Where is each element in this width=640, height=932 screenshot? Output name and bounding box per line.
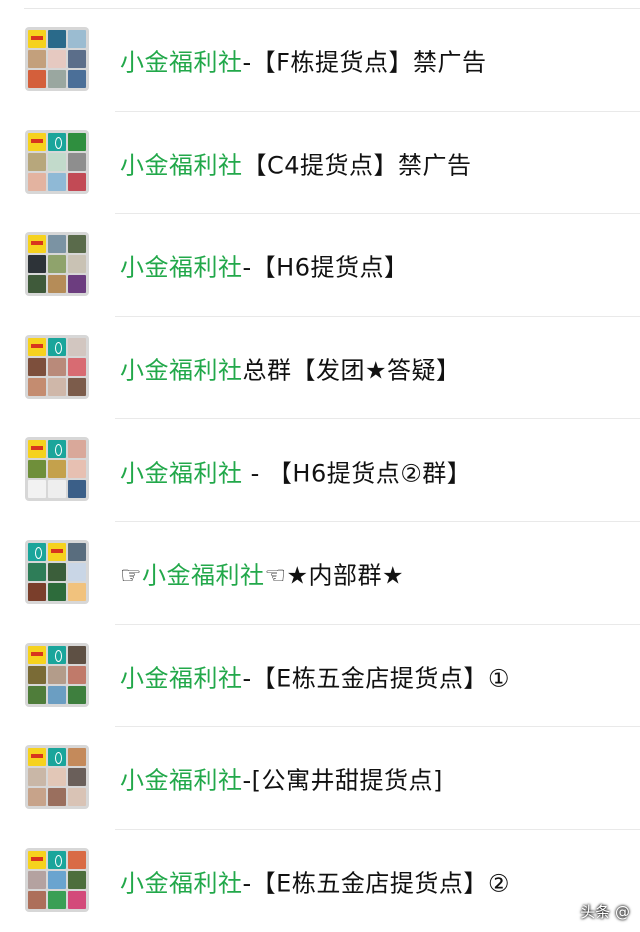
group-name: 小金福利社-【F栋提货点】禁广告 [120, 43, 486, 78]
group-avatar-icon [25, 334, 89, 399]
brand-name: 小金福利社 [120, 253, 243, 282]
group-name: ☞小金福利社☜★内部群★ [120, 556, 404, 591]
brand-name: 小金福利社 [120, 664, 243, 693]
brand-name: 小金福利社 [120, 151, 243, 180]
group-name-suffix: ☜★内部群★ [264, 561, 405, 590]
list-item[interactable]: 小金福利社-【F栋提货点】禁广告 [0, 9, 640, 112]
group-avatar-icon [25, 745, 89, 810]
group-name-suffix: 总群【发团★答疑】 [242, 356, 461, 385]
brand-name: 小金福利社 [120, 356, 243, 385]
watermark: 头条 @ [580, 903, 630, 921]
group-name-suffix: -【E栋五金店提货点】① [242, 664, 510, 693]
list-item[interactable]: 小金福利社【C4提货点】禁广告 [0, 112, 640, 215]
group-avatar-icon [25, 847, 89, 912]
group-avatar-icon [25, 437, 89, 502]
chat-group-list: 小金福利社-【F栋提货点】禁广告 小金福利社【C4提货点】禁广告 小金福利社-【… [0, 9, 640, 932]
list-item[interactable]: 小金福利社-[公寓井甜提货点] [0, 727, 640, 830]
brand-name: 小金福利社 [120, 869, 243, 898]
group-name-suffix: -【F栋提货点】禁广告 [242, 48, 487, 77]
group-avatar-icon [25, 539, 89, 604]
group-name-suffix: - 【H6提货点②群】 [242, 459, 472, 488]
group-name: 小金福利社-[公寓井甜提货点] [120, 761, 443, 796]
brand-name: 小金福利社 [120, 459, 243, 488]
group-avatar-icon [25, 642, 89, 707]
group-name-suffix: -【H6提货点】 [242, 253, 409, 282]
group-name: 小金福利社总群【发团★答疑】 [120, 351, 461, 386]
group-name-suffix: -[公寓井甜提货点] [242, 766, 443, 795]
brand-name: 小金福利社 [120, 766, 243, 795]
group-name: 小金福利社【C4提货点】禁广告 [120, 145, 472, 180]
group-name: 小金福利社-【H6提货点】 [120, 248, 408, 283]
group-name-suffix: -【E栋五金店提货点】② [242, 869, 510, 898]
group-name-suffix: 【C4提货点】禁广告 [242, 151, 472, 180]
pointing-hand-icon: ☞ [120, 561, 143, 590]
list-item[interactable]: 小金福利社-【E栋五金店提货点】② [0, 830, 640, 932]
brand-name: 小金福利社 [142, 561, 265, 590]
group-name: 小金福利社 - 【H6提货点②群】 [120, 453, 471, 488]
list-item[interactable]: 小金福利社总群【发团★答疑】 [0, 317, 640, 420]
group-avatar-icon [25, 129, 89, 194]
list-item[interactable]: ☞小金福利社☜★内部群★ [0, 522, 640, 625]
list-item[interactable]: 小金福利社 - 【H6提货点②群】 [0, 419, 640, 522]
list-item[interactable]: 小金福利社-【H6提货点】 [0, 214, 640, 317]
group-avatar-icon [25, 27, 89, 91]
list-item[interactable]: 小金福利社-【E栋五金店提货点】① [0, 625, 640, 728]
group-name: 小金福利社-【E栋五金店提货点】① [120, 658, 510, 693]
group-avatar-icon [25, 232, 89, 297]
brand-name: 小金福利社 [120, 48, 243, 77]
group-name: 小金福利社-【E栋五金店提货点】② [120, 864, 510, 899]
